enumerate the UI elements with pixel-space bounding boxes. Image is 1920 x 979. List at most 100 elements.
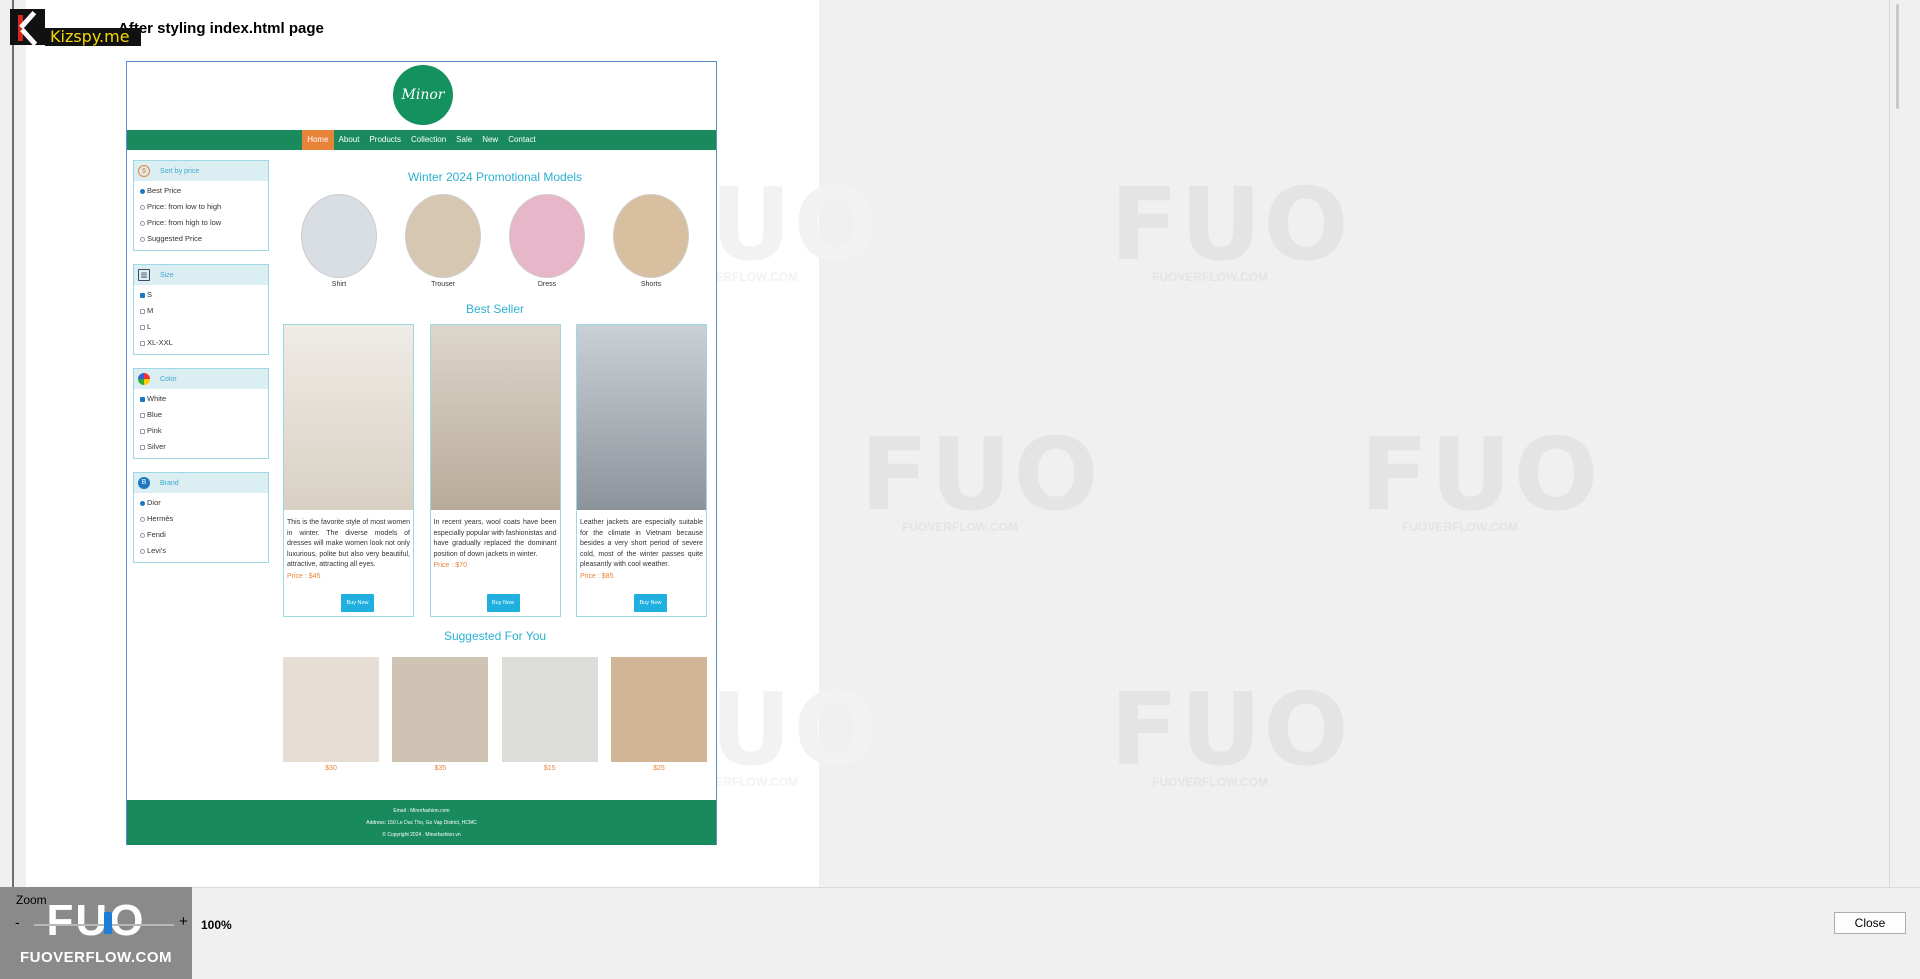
product-description: Leather jackets are especially suitable … [580,519,703,568]
kizspy-label: Kizspy.me [45,28,141,46]
product-image [284,325,413,510]
filter-option[interactable]: Dior [140,495,268,511]
promo-item[interactable]: Shorts [611,194,691,288]
promo-image [405,194,481,278]
product-card: This is the favorite style of most women… [283,324,414,617]
filter-option[interactable]: XL-XXL [140,335,268,351]
filter-title: Sort by price [160,167,200,175]
kizspy-logo-icon [10,9,45,45]
product-description: In recent years, wool coats have been es… [433,519,557,558]
suggested-row: $30 $35 $15 $25 [283,657,707,772]
left-border-line [12,0,14,887]
promo-image [509,194,585,278]
vertical-scrollbar[interactable] [1889,0,1890,887]
footer-address: Address: 150 Le Duc Tho, Go Vap District… [366,820,477,826]
promo-item[interactable]: Trouser [403,194,483,288]
product-image [430,325,560,510]
promo-image [613,194,689,278]
site-header: Minor [127,62,716,130]
brand-icon: B [138,477,150,489]
nav-item-home[interactable]: Home [302,130,334,150]
promo-title: Winter 2024 Promotional Models [407,170,583,184]
suggested-image [392,657,489,762]
buy-now-button[interactable]: Buy Now [341,594,374,612]
product-card: In recent years, wool coats have been es… [429,324,561,617]
filter-sort-by-price: $ Sort by price Best Price Price: from lo… [133,160,269,251]
bestseller-title: Best Seller [465,302,525,316]
nav-item-new[interactable]: New [477,130,503,150]
suggested-image [610,657,707,762]
footer-copyright: © Copyright 2024 . Minorfashion.vn [382,832,461,838]
promo-item[interactable]: Shirt [299,194,379,288]
product-price: Price : $70 [433,562,467,569]
filter-sidebar: $ Sort by price Best Price Price: from lo… [133,160,269,576]
buy-now-button[interactable]: Buy Now [634,594,667,612]
watermark: FUO FUOVERFLOW.COM [1110,166,1351,285]
website-screenshot: Minor Home About Products Collection Sal… [126,61,717,845]
filter-option[interactable]: White [140,391,268,407]
filter-option[interactable]: Silver [140,439,268,455]
filter-option[interactable]: L [140,319,268,335]
product-description: This is the favorite style of most women… [287,519,410,568]
filter-option[interactable]: Price: from high to low [140,215,268,231]
bestseller-row: This is the favorite style of most women… [283,324,707,617]
filter-option[interactable]: M [140,303,268,319]
suggested-image [283,657,379,762]
watermark: FUO FUOVERFLOW.COM [860,416,1101,535]
suggested-image [501,657,598,762]
suggested-title: Suggested For You [443,629,547,643]
site-nav: Home About Products Collection Sale New … [127,130,716,150]
brand-logo: Minor [393,65,453,125]
product-image [577,325,706,510]
promo-image [301,194,377,278]
filter-option[interactable]: Blue [140,407,268,423]
product-card: Leather jackets are especially suitable … [576,324,707,617]
filter-size: ▥ Size S M L XL-XXL [133,264,269,355]
filter-option[interactable]: Levi's [140,543,268,559]
promo-row: Shirt Trouser Dress Shorts [283,194,707,288]
filter-color: Color White Blue Pink Silver [133,368,269,459]
zoom-slider-thumb[interactable] [104,912,112,934]
footer-email: Email : Minorfashion.com [393,808,450,814]
zoom-label: Zoom [16,893,47,907]
nav-item-contact[interactable]: Contact [503,130,541,150]
color-icon [138,373,150,385]
zoom-in-button[interactable]: + [179,913,188,930]
nav-item-products[interactable]: Products [364,130,406,150]
filter-title: Brand [160,479,179,487]
filter-option[interactable]: Best Price [140,183,268,199]
suggested-item[interactable]: $15 [501,657,598,772]
filter-option[interactable]: Suggested Price [140,231,268,247]
filter-option[interactable]: Pink [140,423,268,439]
suggested-item[interactable]: $25 [610,657,707,772]
filter-title: Size [160,271,174,279]
nav-item-about[interactable]: About [334,130,365,150]
product-price: Price : $85 [580,572,614,580]
filter-option[interactable]: S [140,287,268,303]
size-icon: ▥ [138,269,150,281]
watermark: FUO FUOVERFLOW.COM [1360,416,1601,535]
suggested-item[interactable]: $30 [283,657,379,772]
bottom-toolbar [0,887,1920,979]
buy-now-button[interactable]: Buy Now [486,594,520,612]
main-content: Winter 2024 Promotional Models Shirt Tro… [283,160,707,772]
filter-option[interactable]: Hermès [140,511,268,527]
scrollbar-thumb[interactable] [1896,4,1899,109]
close-button[interactable]: Close [1834,912,1906,934]
page-heading: After styling index.html page [118,20,324,37]
nav-item-sale[interactable]: Sale [451,130,477,150]
filter-brand: B Brand Dior Hermès Fendi Levi's [133,472,269,563]
watermark: FUO FUOVERFLOW.COM [1110,671,1351,790]
price-icon: $ [138,165,150,177]
nav-item-collection[interactable]: Collection [406,130,451,150]
document-viewer: FUO FUOVERFLOW.COM FUO FUOVERFLOW.COM FU… [0,0,1920,887]
site-footer: Email : Minorfashion.com Address: 150 Le… [127,800,716,845]
suggested-item[interactable]: $35 [392,657,489,772]
filter-option[interactable]: Price: from low to high [140,199,268,215]
filter-title: Color [160,375,177,383]
filter-option[interactable]: Fendi [140,527,268,543]
zoom-value: 100% [201,918,232,932]
product-price: Price : $45 [287,572,321,580]
promo-item[interactable]: Dress [507,194,587,288]
zoom-out-button[interactable]: - [15,914,20,930]
